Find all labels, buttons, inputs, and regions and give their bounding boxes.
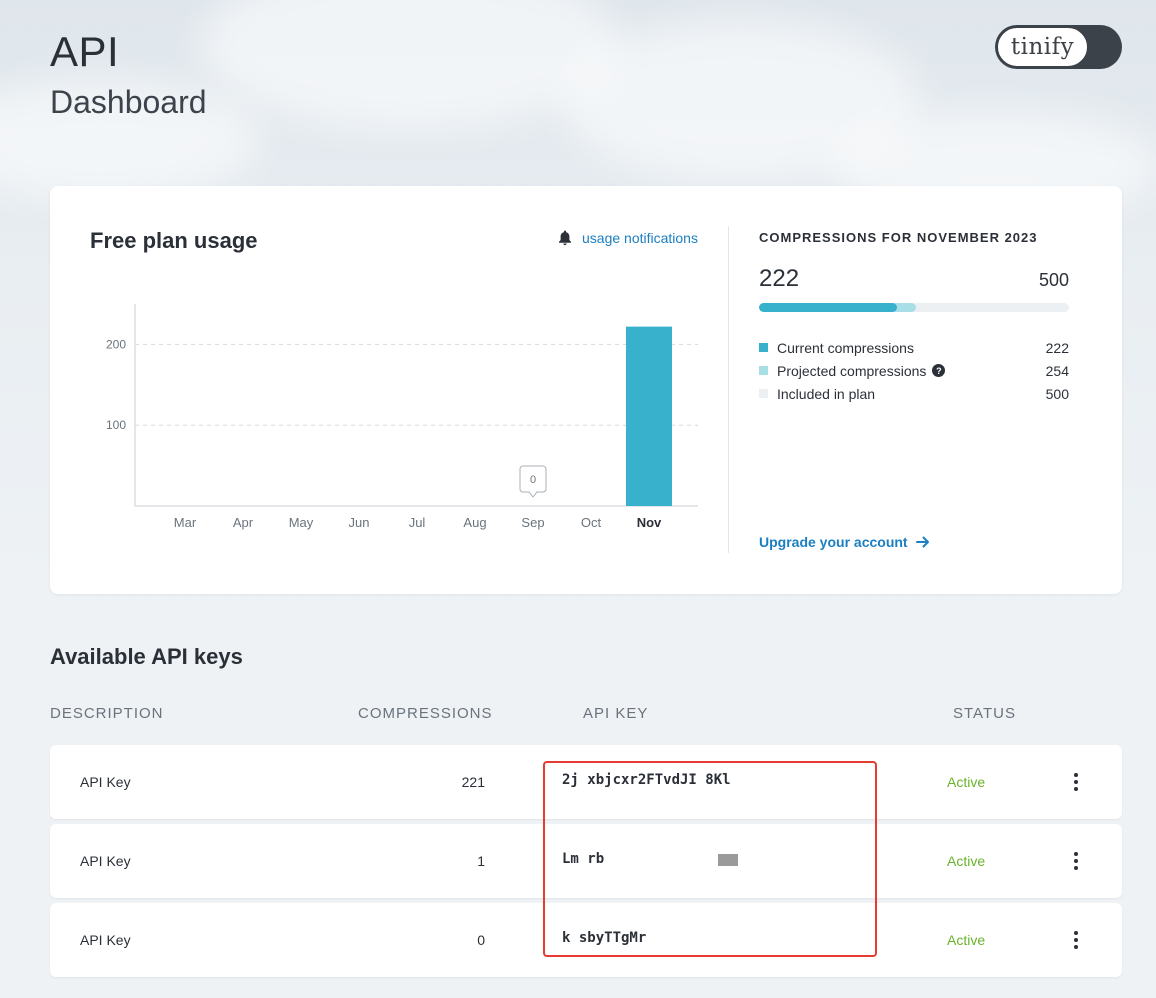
usage-card: Free plan usage usage notifications 100 2… [50,186,1122,594]
card-divider [728,226,729,553]
api-key-compressions: 221 [461,774,485,790]
x-tick-label: Nov [637,515,662,530]
legend-value-included: 500 [1045,385,1069,402]
legend-value-projected: 254 [1045,362,1069,379]
y-tick-label: 200 [106,337,126,351]
usage-progress-bar [759,303,1069,312]
api-key-value[interactable]: 2j xbjcxr2FTvdJI 8Kl [562,772,731,788]
more-options-icon[interactable] [1068,771,1084,793]
api-key-compressions: 1 [477,853,485,869]
tinify-logo-toggle[interactable]: tinify [995,25,1122,69]
tooltip-value: 0 [530,474,536,486]
arrow-right-icon [915,536,929,548]
api-key-status: Active [947,853,986,869]
stats-heading: COMPRESSIONS FOR NOVEMBER 2023 [759,230,1038,245]
api-key-description: API Key [80,932,131,948]
x-tick-label: Aug [463,515,486,530]
column-header-status: STATUS [953,705,1016,722]
api-key-status: Active [947,932,986,948]
plan-limit-count: 500 [1038,270,1069,290]
x-tick-label: Jul [409,515,426,530]
usage-notifications-link[interactable]: usage notifications [558,230,698,246]
bar [626,326,672,506]
usage-legend: Current compressions 222 Projected compr… [759,336,1069,405]
api-key-status: Active [947,774,986,790]
tinify-logo: tinify [997,27,1088,67]
legend-swatch-projected [759,366,768,375]
usage-notifications-label: usage notifications [582,230,698,246]
y-tick-label: 100 [106,418,126,432]
legend-row-projected: Projected compressions ? 254 [759,359,1069,382]
current-progress-fill [759,303,897,312]
more-options-icon[interactable] [1068,929,1084,951]
legend-row-current: Current compressions 222 [759,336,1069,359]
legend-swatch-included [759,389,768,398]
legend-value-current: 222 [1045,339,1069,356]
api-key-value[interactable]: Lm rb [562,851,604,867]
legend-swatch-current [759,343,768,352]
usage-title: Free plan usage [90,228,258,253]
x-tick-label: Mar [174,515,197,530]
page-title: API [50,28,120,75]
x-tick-label: Oct [581,515,602,530]
page-subtitle: Dashboard [50,84,207,120]
more-options-icon[interactable] [1068,850,1084,872]
bell-icon [559,230,571,246]
compressions-stats: COMPRESSIONS FOR NOVEMBER 2023 222 500 C… [759,230,1069,405]
column-header-compressions: COMPRESSIONS [358,705,493,722]
api-key-row[interactable]: API Key 1 Lm rb Active [50,824,1122,898]
api-key-description: API Key [80,774,131,790]
api-key-row[interactable]: API Key 0 k sbyTTgMr Active [50,903,1122,977]
legend-label-current: Current compressions [777,339,914,356]
x-tick-label: Sep [521,515,544,530]
usage-bar-chart: 100 200 Mar Apr May Jun Jul Aug Sep 0 Oct Nov [106,304,698,530]
legend-row-included: Included in plan 500 [759,382,1069,405]
current-compressions-count: 222 [759,265,800,292]
column-header-description: DESCRIPTION [50,705,164,722]
x-tick-label: May [289,515,314,530]
api-key-description: API Key [80,853,131,869]
x-tick-label: Apr [233,515,254,530]
legend-label-projected: Projected compressions [777,362,927,379]
x-tick-label: Jun [349,515,370,530]
api-key-compressions: 0 [477,932,485,948]
help-icon[interactable]: ? [932,364,946,377]
api-keys-title: Available API keys [50,644,243,669]
legend-label-included: Included in plan [777,385,876,402]
column-header-api-key: API KEY [583,705,649,722]
upgrade-account-link[interactable]: Upgrade your account [759,534,930,550]
api-key-row[interactable]: API Key 221 2j xbjcxr2FTvdJI 8Kl Active [50,745,1122,819]
upgrade-account-label: Upgrade your account [759,534,908,550]
redaction-block [718,854,738,866]
api-key-value[interactable]: k sbyTTgMr [562,930,646,946]
